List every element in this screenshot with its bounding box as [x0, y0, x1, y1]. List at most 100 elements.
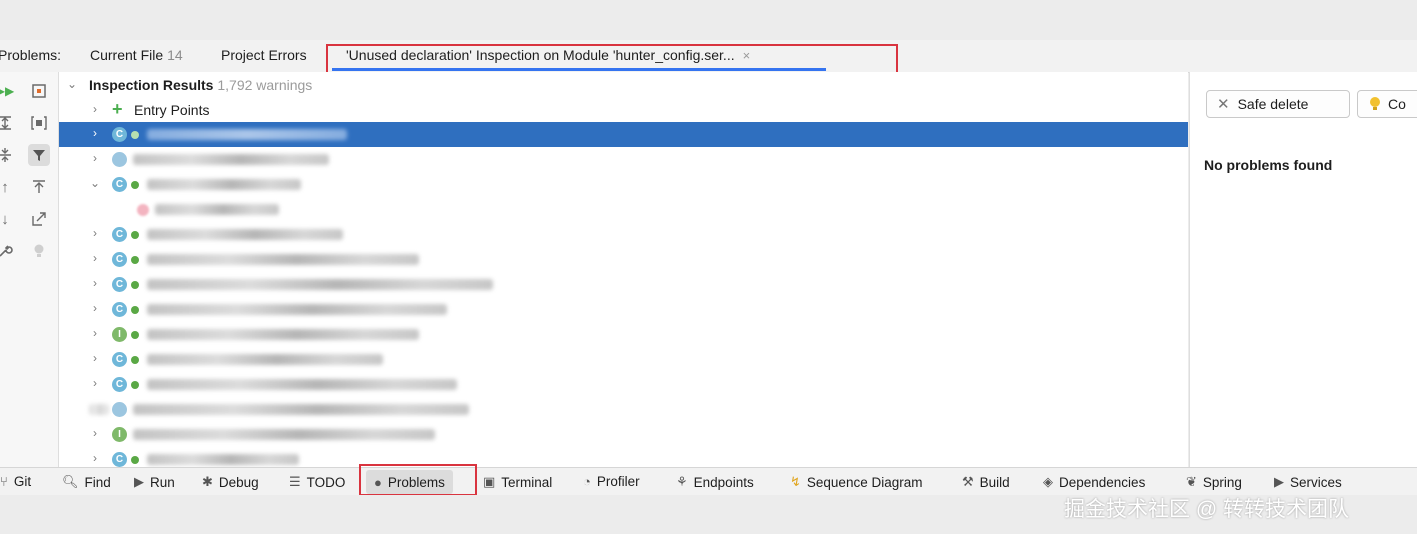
chevron-right-icon[interactable]: ›	[88, 151, 102, 165]
git-icon: ⑂	[0, 474, 8, 489]
tree-row-selected[interactable]: › C	[59, 122, 1188, 147]
chevron-right-icon[interactable]: ›	[88, 126, 102, 140]
chevron-right-icon[interactable]: ›	[88, 326, 102, 340]
highlight-box-problems	[359, 464, 477, 496]
tree-row[interactable]: › C	[59, 222, 1188, 247]
tree-row[interactable]: ›	[59, 147, 1188, 172]
tree-row[interactable]: › C	[59, 447, 1188, 467]
pin-icon[interactable]	[28, 176, 50, 198]
tool-run[interactable]: ▶ Run	[134, 474, 175, 490]
tool-run-label: Run	[150, 474, 175, 490]
chevron-right-icon[interactable]: ›	[88, 426, 102, 440]
bulb-icon	[1370, 97, 1380, 110]
leaf-icon	[131, 131, 139, 139]
leaf-icon: ❦	[1186, 474, 1197, 489]
quick-fix-label: Co	[1388, 96, 1406, 112]
tree-row[interactable]: › C	[59, 272, 1188, 297]
collapse-all-icon[interactable]	[0, 144, 16, 166]
tool-endpoints-label: Endpoints	[693, 474, 754, 490]
class-icon: C	[112, 302, 127, 317]
open-icon[interactable]	[28, 208, 50, 230]
settings-icon[interactable]	[0, 240, 16, 262]
tool-services[interactable]: ▶ Services	[1274, 474, 1342, 490]
tree-root[interactable]: ⌄ Inspection Results 1,792 warnings	[59, 73, 1188, 98]
tool-sequence-diagram-label: Sequence Diagram	[806, 474, 923, 490]
expand-all-icon[interactable]	[0, 112, 16, 134]
chevron-right-icon[interactable]: ›	[88, 226, 102, 240]
tree-row[interactable]: › C	[59, 247, 1188, 272]
chevron-right-icon[interactable]: ›	[88, 276, 102, 290]
tree-title-text: Inspection Results	[89, 77, 214, 93]
tool-terminal[interactable]: ▣ Terminal	[483, 474, 552, 490]
tool-git[interactable]: ⑂ Git	[0, 474, 31, 489]
profiler-icon: ◔	[583, 474, 591, 489]
entry-points-label: Entry Points	[134, 102, 210, 118]
tree-row[interactable]	[59, 397, 1188, 422]
run-icon[interactable]: ▶▶	[0, 80, 16, 102]
interface-icon: I	[112, 427, 127, 442]
tree-row[interactable]: › C	[59, 372, 1188, 397]
safe-delete-button[interactable]: ✕ Safe delete	[1206, 90, 1350, 118]
chevron-right-icon[interactable]: ›	[88, 451, 102, 465]
run-icon: ▶	[134, 474, 144, 489]
tree-row[interactable]: › I	[59, 422, 1188, 447]
tab-project-errors[interactable]: Project Errors	[221, 47, 307, 63]
class-icon	[112, 152, 127, 167]
tab-current-file[interactable]: Current File 14	[90, 47, 183, 63]
tool-find[interactable]: 🔍︎ Find	[62, 474, 111, 490]
leaf-icon	[131, 356, 139, 364]
class-icon: C	[112, 252, 127, 267]
group-icon[interactable]	[28, 112, 50, 134]
filter-icon[interactable]	[28, 144, 50, 166]
tool-debug[interactable]: ✱ Debug	[202, 474, 259, 490]
tool-build[interactable]: ⚒ Build	[962, 474, 1010, 490]
up-icon[interactable]: ↑	[0, 176, 16, 198]
leaf-icon	[131, 306, 139, 314]
chevron-right-icon[interactable]: ›	[88, 251, 102, 265]
redacted-text	[147, 279, 493, 290]
class-icon: C	[112, 177, 127, 192]
tree-row-entry-points[interactable]: › + Entry Points	[59, 98, 1188, 123]
inspection-tree: ⌄ Inspection Results 1,792 warnings › + …	[59, 72, 1188, 467]
tool-profiler[interactable]: ◔ Profiler	[583, 474, 640, 489]
tree-row[interactable]: › C	[59, 297, 1188, 322]
tree-row[interactable]: › C	[59, 347, 1188, 372]
problem-details-panel: ✕ Safe delete Co No problems found	[1189, 72, 1417, 467]
tree-count: 1,792 warnings	[217, 77, 313, 93]
redacted-text	[147, 329, 419, 340]
chevron-down-icon[interactable]: ⌄	[65, 77, 79, 91]
tree-row-child[interactable]	[59, 197, 1188, 222]
tool-build-label: Build	[979, 474, 1010, 490]
redacted-text	[133, 429, 435, 440]
tool-spring[interactable]: ❦ Spring	[1186, 474, 1242, 490]
tool-sequence-diagram[interactable]: ↯ Sequence Diagram	[790, 474, 922, 490]
interface-icon: I	[112, 327, 127, 342]
no-problems-message: No problems found	[1204, 157, 1333, 173]
tree-row[interactable]: ⌄ C	[59, 172, 1188, 197]
top-strip	[0, 0, 1417, 40]
export-icon[interactable]	[28, 80, 50, 102]
down-icon[interactable]: ↓	[0, 208, 16, 230]
tab-current-file-count: 14	[167, 47, 183, 63]
redacted-text	[133, 404, 469, 415]
problems-label: Problems:	[0, 47, 62, 63]
plus-icon: +	[112, 99, 123, 119]
chevron-down-icon[interactable]: ⌄	[88, 176, 102, 190]
services-icon: ▶	[1274, 474, 1284, 489]
tool-todo[interactable]: ☰ TODO	[289, 474, 345, 490]
chevron-right-icon[interactable]: ›	[88, 376, 102, 390]
quick-fix-button[interactable]: Co	[1357, 90, 1417, 118]
redacted-text	[147, 254, 419, 265]
chevron-right-icon[interactable]: ›	[88, 351, 102, 365]
tool-dependencies[interactable]: ◈ Dependencies	[1043, 474, 1145, 490]
leaf-icon	[131, 456, 139, 464]
bug-icon: ✱	[202, 474, 213, 489]
list-icon: ☰	[289, 474, 301, 489]
tree-row[interactable]: › I	[59, 322, 1188, 347]
hammer-icon: ⚒	[962, 474, 974, 489]
bulb-icon	[28, 240, 50, 262]
chevron-right-icon[interactable]: ›	[88, 301, 102, 315]
warning-icon	[137, 204, 149, 216]
chevron-right-icon[interactable]: ›	[88, 102, 102, 116]
tool-endpoints[interactable]: ⚘ Endpoints	[676, 474, 754, 490]
